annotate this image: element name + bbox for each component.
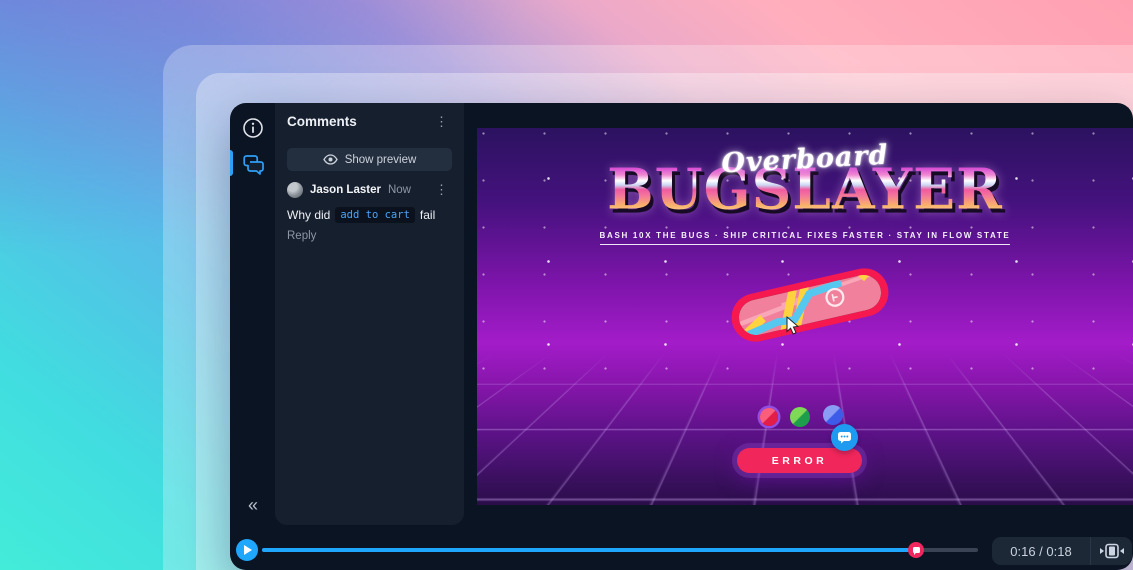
- comments-icon: [241, 152, 265, 176]
- status-orb-red[interactable]: [760, 408, 778, 426]
- comment-item[interactable]: Jason Laster Now ⋮ Why did add to cart f…: [275, 175, 464, 242]
- chat-badge-icon: [837, 431, 852, 444]
- comment-header: Jason Laster Now ⋮: [287, 181, 452, 198]
- grid-floor: [477, 352, 1133, 505]
- comment-marker-icon: [913, 547, 920, 553]
- comment-text-after: fail: [420, 208, 435, 222]
- left-icon-rail: «: [230, 103, 275, 570]
- comment-text-before: Why did: [287, 208, 330, 222]
- comments-panel-header: Comments ⋮: [275, 103, 464, 139]
- show-preview-button[interactable]: Show preview: [287, 148, 452, 171]
- chat-badge-button[interactable]: [831, 424, 858, 451]
- video-viewport[interactable]: Overboard BUGSLAYER BASH 10X THE BUGS · …: [477, 128, 1133, 505]
- play-button[interactable]: [236, 539, 258, 561]
- collapse-icon: «: [248, 495, 257, 515]
- focus-mode-icon: [1099, 543, 1125, 559]
- status-orb-green[interactable]: [790, 407, 810, 427]
- cursor-icon: [786, 316, 799, 335]
- tagline: BASH 10X THE BUGS · SHIP CRITICAL FIXES …: [600, 231, 1011, 245]
- timeline-progress: [262, 548, 915, 552]
- comment-menu-button[interactable]: ⋮: [431, 181, 452, 198]
- time-display: 0:16 / 0:18: [992, 544, 1090, 559]
- collapse-sidebar-button[interactable]: «: [230, 495, 275, 516]
- app-window: « Comments ⋮ Show preview Jason Laster N…: [230, 103, 1133, 570]
- panel-title: Comments: [287, 114, 357, 129]
- reply-link[interactable]: Reply: [287, 230, 452, 242]
- kebab-icon: ⋮: [435, 182, 448, 197]
- comment-timestamp: Now: [388, 184, 411, 196]
- comment-code-chip: add to cart: [335, 207, 415, 223]
- comments-panel: Comments ⋮ Show preview Jason Laster Now…: [275, 103, 464, 525]
- comment-marker[interactable]: [908, 542, 924, 558]
- timeline-track[interactable]: [262, 548, 978, 552]
- comments-tab-button[interactable]: [230, 147, 275, 181]
- play-icon: [244, 545, 252, 555]
- avatar: [287, 182, 303, 198]
- error-button[interactable]: ERROR: [737, 448, 862, 473]
- focus-mode-button[interactable]: [1091, 537, 1132, 565]
- tagline-row: BASH 10X THE BUGS · SHIP CRITICAL FIXES …: [477, 225, 1133, 245]
- comment-text: Why did add to cart fail: [287, 207, 452, 223]
- info-icon: [242, 117, 264, 139]
- comment-author: Jason Laster: [310, 184, 381, 196]
- eye-icon: [323, 154, 338, 165]
- app-background: { "window": { "sidebar": { "collapse_gly…: [0, 0, 1133, 570]
- player-time-group: 0:16 / 0:18: [992, 537, 1132, 565]
- panel-menu-button[interactable]: ⋮: [431, 113, 452, 130]
- show-preview-label: Show preview: [345, 154, 417, 166]
- status-orb-blue[interactable]: [823, 405, 843, 425]
- info-button[interactable]: [230, 111, 275, 145]
- kebab-icon: ⋮: [435, 114, 448, 129]
